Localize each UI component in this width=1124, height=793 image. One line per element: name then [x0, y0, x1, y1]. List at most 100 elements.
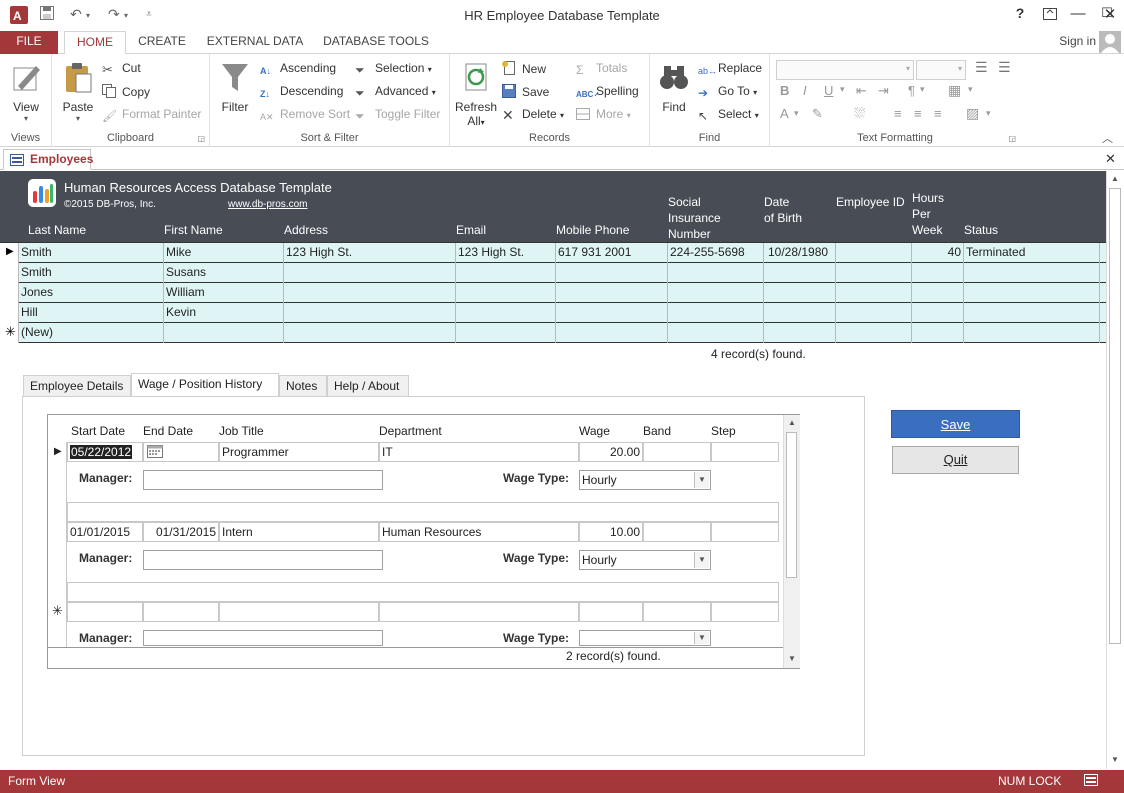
col-dob-line1[interactable]: Date — [764, 195, 789, 209]
table-row[interactable]: ▶ Smith Mike 123 High St. 123 High St. 6… — [0, 243, 1106, 263]
col-address[interactable]: Address — [284, 223, 328, 237]
paragraph-direction-icon[interactable]: ¶ — [908, 83, 915, 98]
record-selector[interactable] — [48, 522, 67, 602]
manager-input[interactable] — [143, 470, 383, 490]
tab-employee-details[interactable]: Employee Details — [23, 375, 131, 397]
font-name-combo[interactable]: ▾ — [776, 60, 914, 80]
cell-email[interactable]: 123 High St. — [456, 243, 556, 263]
cell-sin[interactable] — [668, 323, 764, 343]
col-status[interactable]: Status — [964, 223, 998, 237]
cell-first-name[interactable]: Mike — [164, 243, 284, 263]
align-center-icon[interactable]: ≡ — [914, 106, 922, 121]
cell-sin[interactable]: 224-255-5698 — [668, 243, 764, 263]
wage-type-select[interactable]: Hourly ▼ — [579, 550, 711, 570]
chevron-down-icon[interactable]: ▼ — [694, 472, 709, 488]
table-row[interactable]: Smith Susans — [0, 263, 1106, 283]
new-record-row[interactable]: ✳ (New) — [0, 323, 1106, 343]
quit-button[interactable]: Quit — [892, 446, 1019, 474]
help-button[interactable]: ? — [1008, 5, 1032, 25]
font-size-combo[interactable]: ▾ — [916, 60, 966, 80]
scroll-up-icon[interactable]: ▲ — [784, 415, 800, 431]
col-last-name[interactable]: Last Name — [28, 223, 86, 237]
department-field[interactable] — [379, 602, 579, 622]
cell-status[interactable] — [964, 323, 1100, 343]
row-selector[interactable] — [0, 263, 19, 283]
cell-hours[interactable]: 40 — [912, 243, 964, 263]
user-avatar-icon[interactable] — [1099, 31, 1121, 53]
wage-field[interactable] — [579, 602, 643, 622]
scroll-up-icon[interactable]: ▲ — [1107, 171, 1123, 187]
find-button[interactable]: Find — [656, 60, 692, 114]
cell-first-name[interactable]: Susans — [164, 263, 284, 283]
decrease-indent-icon[interactable]: ⇤ — [856, 83, 867, 99]
fill-color-icon[interactable]: ⛆ — [854, 105, 865, 122]
scroll-down-icon[interactable]: ▼ — [784, 651, 800, 667]
cell-employee-id[interactable] — [836, 283, 912, 303]
scroll-thumb[interactable] — [1109, 188, 1121, 644]
goto-button[interactable]: ➔ Go To ▾ — [698, 84, 757, 100]
save-button[interactable]: Save — [891, 410, 1020, 438]
cell-mobile[interactable] — [556, 303, 668, 323]
cell-new[interactable]: (New) — [19, 323, 164, 343]
start-date-field[interactable]: 05/22/2012 — [67, 442, 143, 462]
tab-file[interactable]: FILE — [0, 31, 58, 54]
wage-type-select[interactable]: ▼ — [579, 630, 711, 646]
font-color-icon[interactable]: A — [780, 106, 789, 121]
tab-database-tools[interactable]: DATABASE TOOLS — [320, 31, 432, 54]
tab-wage-position-history[interactable]: Wage / Position History — [131, 373, 279, 397]
toggle-filter-button[interactable]: ⏷ Toggle Filter — [355, 107, 440, 123]
cell-dob[interactable] — [764, 263, 836, 283]
cell-hours[interactable] — [912, 283, 964, 303]
cell-first-name[interactable]: Kevin — [164, 303, 284, 323]
cell-email[interactable] — [456, 323, 556, 343]
cell-mobile[interactable] — [556, 323, 668, 343]
cell-status[interactable] — [964, 303, 1100, 323]
end-date-field[interactable] — [143, 442, 219, 462]
close-button[interactable]: ✕ — [1098, 5, 1122, 25]
remove-sort-button[interactable]: A✕ Remove Sort — [260, 107, 350, 126]
ribbon-display-options-icon[interactable] — [1038, 5, 1062, 25]
wage-type-select[interactable]: Hourly ▼ — [579, 470, 711, 490]
row-selector[interactable] — [0, 303, 19, 323]
col-email[interactable]: Email — [456, 223, 486, 237]
highlight-icon[interactable]: ✎ — [812, 106, 823, 122]
header-link[interactable]: www.db-pros.com — [228, 199, 307, 210]
cell-hours[interactable] — [912, 323, 964, 343]
more-button[interactable]: More ▾ — [576, 107, 631, 122]
department-field[interactable]: IT — [379, 442, 579, 462]
job-title-field[interactable]: Intern — [219, 522, 379, 542]
save-record-button[interactable]: Save — [502, 84, 549, 99]
cell-employee-id[interactable] — [836, 243, 912, 263]
cell-address[interactable] — [284, 283, 456, 303]
manager-input[interactable] — [143, 550, 383, 570]
cell-first-name[interactable] — [164, 323, 284, 343]
chevron-down-icon[interactable]: ▼ — [694, 632, 709, 644]
view-button[interactable]: View ▾ — [6, 60, 46, 123]
calendar-icon[interactable] — [147, 444, 163, 461]
tab-external-data[interactable]: EXTERNAL DATA — [202, 31, 308, 54]
sort-ascending-button[interactable]: A↓ Ascending — [260, 61, 336, 80]
cell-status[interactable] — [964, 263, 1100, 283]
cell-address[interactable] — [284, 303, 456, 323]
row-selector[interactable]: ✳ — [0, 323, 19, 343]
totals-button[interactable]: Σ Totals — [576, 61, 627, 77]
cell-email[interactable] — [456, 263, 556, 283]
selection-button[interactable]: ⏷ Selection ▾ — [355, 61, 432, 77]
department-field[interactable]: Human Resources — [379, 522, 579, 542]
cell-mobile[interactable] — [556, 263, 668, 283]
bullet-list-icon[interactable]: ☰ — [975, 59, 988, 76]
paste-button[interactable]: Paste ▾ — [58, 60, 98, 123]
cell-email[interactable] — [456, 283, 556, 303]
scroll-down-icon[interactable]: ▼ — [1107, 752, 1123, 768]
cell-email[interactable] — [456, 303, 556, 323]
cell-address[interactable] — [284, 263, 456, 283]
italic-icon[interactable]: I — [803, 83, 807, 98]
band-field[interactable] — [643, 602, 711, 622]
record-selector[interactable]: ▶ — [48, 442, 67, 522]
table-row[interactable]: Jones William — [0, 283, 1106, 303]
format-painter-button[interactable]: 🖌 Format Painter — [102, 107, 201, 123]
tab-help-about[interactable]: Help / About — [327, 375, 409, 397]
start-date-field[interactable]: 01/01/2015 — [67, 522, 143, 542]
cell-sin[interactable] — [668, 263, 764, 283]
col-mobile-phone[interactable]: Mobile Phone — [556, 223, 629, 237]
